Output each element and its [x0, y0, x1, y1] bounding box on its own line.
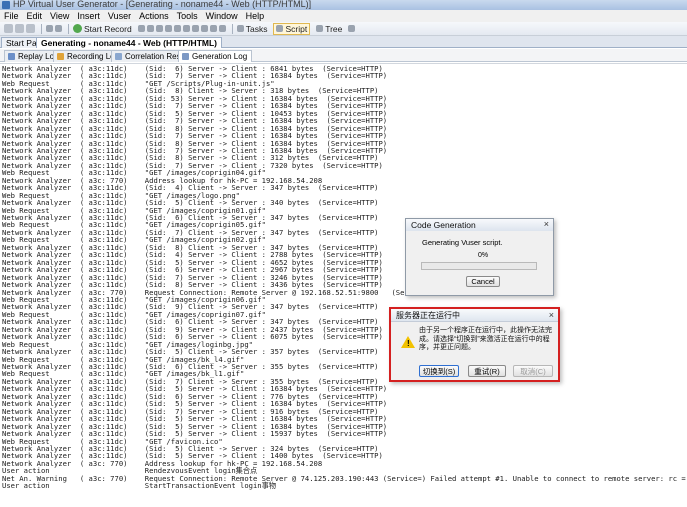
menu-view[interactable]: View	[50, 11, 69, 21]
breakpoint-icon[interactable]	[173, 25, 181, 32]
code-generation-dialog: Code Generation × Generating Vuser scrip…	[405, 218, 554, 296]
start-record-label: Start Record	[84, 23, 132, 34]
tasks-button[interactable]: Tasks	[236, 23, 268, 34]
log-tabs: Replay Log Recording Log Correlation Res…	[0, 49, 687, 62]
code-generation-message: Generating Vuser script.	[422, 238, 503, 247]
app-icon	[2, 1, 10, 9]
step-icon[interactable]	[164, 25, 172, 32]
menubar: File Edit View Insert Vuser Actions Tool…	[0, 10, 687, 22]
server-busy-titlebar: 服务器正在运行中 ×	[391, 309, 558, 322]
tree-view-button[interactable]: Tree	[316, 24, 342, 34]
server-busy-title: 服务器正在运行中	[396, 311, 460, 320]
redo-icon[interactable]	[55, 25, 62, 32]
tree-icon	[316, 25, 324, 32]
server-busy-message: 由于另一个程序正在运行中，此操作无法完成。请选择“切换到”来激活正在运行中的程序…	[419, 327, 552, 351]
format-icon[interactable]	[209, 25, 217, 32]
menu-help[interactable]: Help	[246, 11, 265, 21]
stop-icon[interactable]	[137, 25, 145, 32]
new-icon[interactable]	[4, 24, 13, 33]
tasks-label: Tasks	[245, 23, 268, 34]
replay-log-icon	[8, 53, 15, 60]
generation-log-output[interactable]: Network Analyzer ( a3c:11dc) (Sid: 6) Se…	[0, 63, 687, 507]
menu-tools[interactable]: Tools	[177, 11, 198, 21]
window-titlebar: HP Virtual User Generator - [Generating …	[0, 0, 687, 10]
snapshot-icon[interactable]	[348, 25, 356, 32]
options-icon[interactable]	[218, 25, 226, 32]
window-title: HP Virtual User Generator - [Generating …	[13, 0, 312, 9]
menu-actions[interactable]: Actions	[139, 11, 169, 21]
document-tabs: Start Page Generating - noname44 - Web (…	[0, 36, 687, 48]
tab-generation-log[interactable]: Generation Log	[178, 50, 253, 62]
code-generation-title: Code Generation	[411, 220, 476, 230]
menu-window[interactable]: Window	[206, 11, 238, 21]
record-icon	[73, 24, 82, 33]
undo-icon[interactable]	[46, 25, 53, 32]
generation-log-icon	[182, 53, 189, 60]
save-icon[interactable]	[26, 24, 35, 33]
comment-icon[interactable]	[200, 25, 208, 32]
retry-button[interactable]: 重试(R)	[468, 365, 506, 377]
tab-generation-log-label: Generation Log	[192, 52, 248, 61]
correlation-results-icon	[115, 53, 122, 60]
log-line: User action StartTransactionEvent login事…	[2, 481, 277, 491]
close-icon[interactable]: ×	[549, 310, 554, 320]
menu-file[interactable]: File	[4, 11, 19, 21]
tab-generating-script[interactable]: Generating - noname44 - Web (HTTP/HTML)	[36, 37, 222, 48]
code-generation-percent: 0%	[478, 252, 489, 259]
menu-vuser[interactable]: Vuser	[108, 11, 131, 21]
switch-to-button[interactable]: 切换到(S)	[419, 365, 459, 377]
tasks-icon	[236, 25, 244, 32]
cancel-button[interactable]: 取消(C)	[513, 365, 553, 377]
close-icon[interactable]: ×	[544, 219, 549, 229]
open-icon[interactable]	[15, 24, 24, 33]
code-generation-titlebar: Code Generation ×	[406, 219, 553, 231]
warning-exclamation-icon: !	[407, 339, 410, 348]
menu-edit[interactable]: Edit	[27, 11, 43, 21]
code-generation-cancel-button[interactable]: Cancel	[466, 276, 500, 287]
script-icon	[276, 25, 284, 32]
script-label: Script	[285, 23, 308, 34]
toolbar-separator	[41, 23, 42, 34]
code-generation-progress-bar	[421, 262, 537, 270]
server-busy-dialog: 服务器正在运行中 × ! 由于另一个程序正在运行中，此操作无法完成。请选择“切换…	[389, 307, 560, 382]
start-record-button[interactable]: Start Record	[73, 24, 132, 34]
compile-icon[interactable]	[146, 25, 154, 32]
find-icon[interactable]	[191, 25, 199, 32]
bookmark-icon[interactable]	[182, 25, 190, 32]
script-view-button[interactable]: Script	[273, 22, 311, 35]
menu-insert[interactable]: Insert	[77, 11, 100, 21]
run-icon[interactable]	[155, 25, 163, 32]
recording-log-icon	[57, 53, 64, 60]
tree-label: Tree	[325, 23, 343, 34]
toolbar-separator	[68, 23, 69, 34]
toolbar: Start Record Tasks Script Tree	[0, 22, 687, 36]
toolbar-separator	[231, 23, 233, 34]
